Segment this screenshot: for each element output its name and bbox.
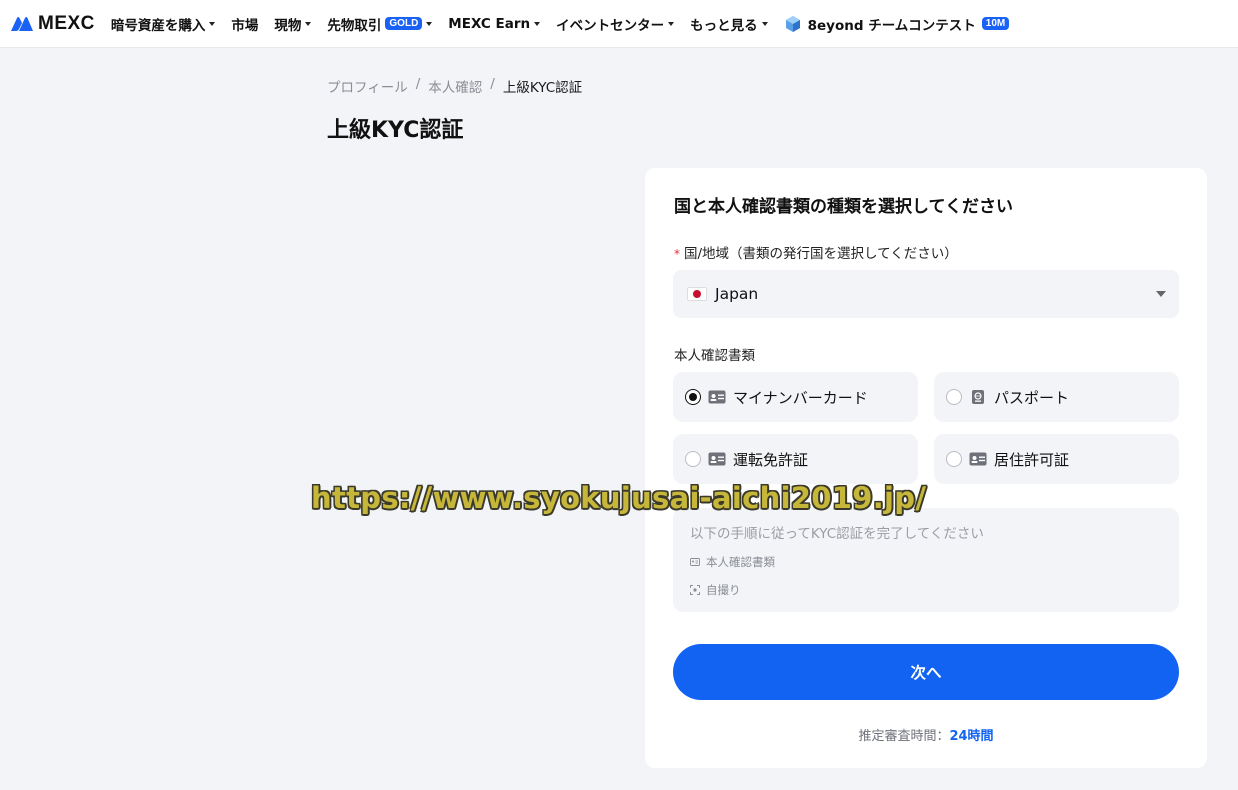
breadcrumb: プロフィール / 本人確認 / 上級KYC認証 xyxy=(327,76,582,96)
radio-button[interactable] xyxy=(685,451,701,467)
country-select[interactable]: Japan xyxy=(673,270,1179,318)
nav-markets[interactable]: 市場 xyxy=(231,14,258,34)
nav-label: 先物取引 xyxy=(327,17,382,34)
step-label: 本人確認書類 xyxy=(706,555,775,569)
breadcrumb-separator: / xyxy=(490,76,495,92)
step-label: 自撮り xyxy=(706,583,741,597)
breadcrumb-verification[interactable]: 本人確認 xyxy=(428,76,482,96)
nav-buy-crypto[interactable]: 暗号資産を購入 xyxy=(111,14,216,34)
doc-option-my-number-card[interactable]: マイナンバーカード xyxy=(673,372,918,422)
doc-option-label: マイナンバーカード xyxy=(733,388,868,407)
nav-spot[interactable]: 現物 xyxy=(274,14,312,34)
dropdown-caret-icon xyxy=(1156,291,1166,297)
kyc-form-card: 国と本人確認書類の種類を選択してください * 国/地域（書類の発行国を選択してくだ… xyxy=(645,168,1207,768)
review-time-prefix: 推定審査時間： xyxy=(858,729,950,744)
breadcrumb-current: 上級KYC認証 xyxy=(502,80,583,96)
id-card-icon xyxy=(690,558,700,566)
nav-label: イベントセンター xyxy=(556,17,665,34)
nav-label: もっと見る xyxy=(690,17,758,34)
caret-down-icon xyxy=(305,21,312,26)
mexc-logo-icon xyxy=(11,16,33,31)
review-time: 推定審査時間：24時間 xyxy=(645,725,1207,744)
mexc-logo[interactable]: MEXC xyxy=(10,13,95,35)
logo-text: MEXC xyxy=(38,12,95,34)
caret-down-icon xyxy=(209,21,216,26)
id-card-icon xyxy=(969,452,987,466)
country-label: * 国/地域（書類の発行国を選択してください） xyxy=(674,242,958,262)
review-time-value: 24時間 xyxy=(949,729,994,744)
nav-earn[interactable]: MEXC Earn xyxy=(448,15,541,32)
form-heading: 国と本人確認書類の種類を選択してください xyxy=(674,197,1013,217)
next-button[interactable]: 次へ xyxy=(673,644,1179,700)
step-selfie: 自撮り xyxy=(690,582,741,598)
country-label-text: 国/地域（書類の発行国を選択してください） xyxy=(684,246,958,262)
caret-down-icon xyxy=(668,21,675,26)
caret-down-icon xyxy=(426,21,433,26)
doc-option-drivers-license[interactable]: 運転免許証 xyxy=(673,434,918,484)
doc-option-label: 居住許可証 xyxy=(994,450,1070,469)
doc-option-residence-permit[interactable]: 居住許可証 xyxy=(934,434,1179,484)
doc-option-passport[interactable]: パスポート xyxy=(934,372,1179,422)
caret-down-icon xyxy=(761,21,768,26)
page-title: 上級KYC認証 xyxy=(327,118,464,143)
nav-label: 8eyond チームコンテスト xyxy=(807,17,976,34)
nav-label: 暗号資産を購入 xyxy=(110,17,206,34)
passport-icon xyxy=(972,390,984,404)
watermark-url: https://www.syokujusai-aichi2019.jp/ xyxy=(311,481,927,515)
caret-down-icon xyxy=(534,21,541,26)
radio-button[interactable] xyxy=(685,389,701,405)
doc-option-label: 運転免許証 xyxy=(733,450,809,469)
id-card-icon xyxy=(708,390,726,404)
face-scan-icon xyxy=(690,585,700,595)
doc-option-label: パスポート xyxy=(994,388,1070,407)
cube-icon xyxy=(785,15,800,32)
kyc-steps-box: 以下の手順に従ってKYC認証を完了してください 本人確認書類 自撮り xyxy=(673,508,1179,612)
breadcrumb-separator: / xyxy=(415,76,421,92)
japan-flag-icon xyxy=(687,287,707,301)
radio-button[interactable] xyxy=(946,451,962,467)
radio-button[interactable] xyxy=(946,389,962,405)
id-card-icon xyxy=(708,452,726,466)
nav-futures[interactable]: 先物取引 GOLD xyxy=(327,14,433,34)
nav-team-contest[interactable]: 8eyond チームコンテスト 10M xyxy=(784,14,1010,34)
top-nav: MEXC 暗号資産を購入 市場 現物 先物取引 GOLD MEXC Earn イベ… xyxy=(0,0,1238,48)
country-value: Japan xyxy=(715,285,759,303)
breadcrumb-profile[interactable]: プロフィール xyxy=(327,76,408,96)
nav-label: 市場 xyxy=(231,17,259,34)
nav-more[interactable]: もっと見る xyxy=(690,14,768,34)
gold-badge: GOLD xyxy=(385,17,423,30)
prize-badge: 10M xyxy=(981,17,1010,30)
steps-intro: 以下の手順に従ってKYC認証を完了してください xyxy=(690,526,984,542)
doc-type-label: 本人確認書類 xyxy=(674,348,755,364)
nav-label: 現物 xyxy=(274,17,302,34)
nav-label: MEXC Earn xyxy=(448,15,531,32)
step-id-document: 本人確認書類 xyxy=(690,554,775,570)
required-mark: * xyxy=(674,247,680,261)
nav-event-center[interactable]: イベントセンター xyxy=(556,14,675,34)
